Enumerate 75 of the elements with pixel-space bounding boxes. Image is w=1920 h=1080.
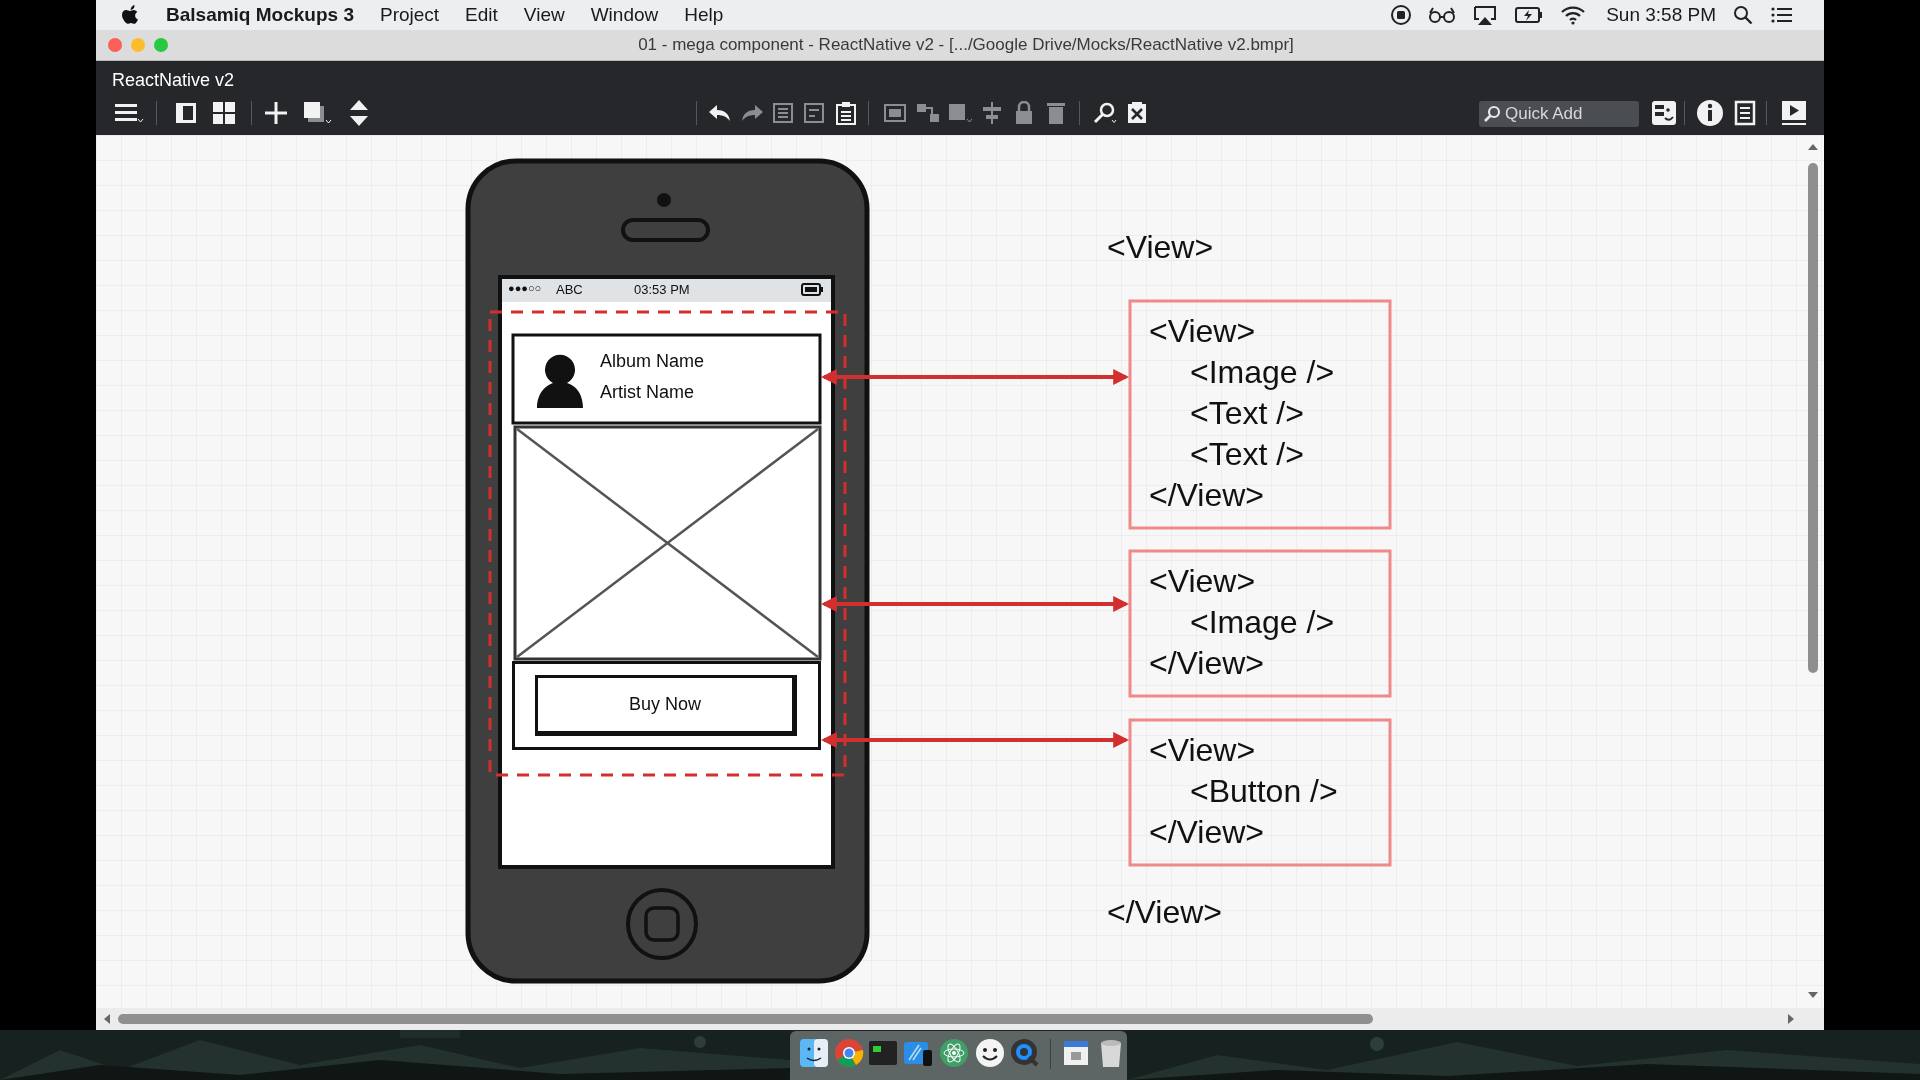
smiley-icon[interactable] <box>975 1038 1005 1068</box>
artist-name: Artist Name <box>600 383 695 401</box>
view-close-tag: </View> <box>1107 896 1223 928</box>
search-icon <box>1479 101 1505 127</box>
list-icon[interactable] <box>1734 100 1756 126</box>
layer-icon[interactable] <box>947 101 973 125</box>
horizontal-scrollbar[interactable] <box>118 1014 1373 1024</box>
wifi-icon[interactable] <box>1560 5 1587 25</box>
terminal-icon[interactable] <box>868 1038 898 1068</box>
component-tag: <Text /> <box>1190 438 1304 470</box>
arrange-arrows-icon[interactable] <box>348 99 370 127</box>
scroll-up-icon[interactable] <box>1808 144 1818 150</box>
close-document-icon[interactable] <box>1126 101 1148 125</box>
group-icon[interactable] <box>883 102 907 124</box>
plus-icon[interactable] <box>264 101 288 125</box>
avatar-icon <box>537 354 583 408</box>
downloads-folder-icon[interactable] <box>1061 1038 1091 1068</box>
view-tag: <View> <box>1149 315 1256 347</box>
carrier-label: ABC <box>556 283 583 296</box>
hamburger-menu-icon[interactable] <box>114 101 144 125</box>
quicktime-icon[interactable] <box>1010 1038 1040 1068</box>
view-close-tag: </View> <box>1149 479 1265 511</box>
atom-icon[interactable] <box>939 1038 969 1068</box>
scroll-right-icon[interactable] <box>1788 1014 1794 1024</box>
trash-icon[interactable] <box>1046 101 1066 125</box>
battery-icon[interactable] <box>1514 5 1545 25</box>
component-tag: <Image /> <box>1190 356 1335 388</box>
grid-icon[interactable] <box>212 101 236 125</box>
quick-add-field[interactable]: Quick Add <box>1505 101 1639 127</box>
scroll-down-icon[interactable] <box>1808 992 1818 998</box>
apple-icon[interactable] <box>120 4 140 26</box>
play-icon[interactable] <box>1781 100 1807 126</box>
finder-icon[interactable] <box>799 1038 829 1068</box>
menu-item[interactable]: Edit <box>465 0 498 30</box>
panel-icon[interactable] <box>174 101 198 125</box>
signal-indicator: ●●●○○ <box>508 283 542 294</box>
battery-icon <box>801 283 823 296</box>
menu-item[interactable]: Project <box>379 0 440 30</box>
scroll-left-icon[interactable] <box>104 1014 110 1024</box>
buy-now-button[interactable]: Buy Now <box>535 675 797 736</box>
vertical-scrollbar[interactable] <box>1808 163 1818 673</box>
lock-icon[interactable] <box>1014 101 1034 125</box>
component-tag: <Image /> <box>1190 606 1335 638</box>
camera-icon <box>657 193 671 207</box>
ungroup-icon[interactable] <box>916 102 940 124</box>
search-icon[interactable] <box>1093 101 1119 125</box>
airplay-icon[interactable] <box>1472 4 1499 26</box>
record-icon[interactable] <box>1390 4 1413 26</box>
view-close-tag: </View> <box>1149 816 1265 848</box>
window-title: 01 - mega component - ReactNative v2 - [.../Google Drive/Mocks/ReactNative v2.bmpr] <box>637 34 1295 57</box>
smiley-card-icon[interactable] <box>1651 100 1677 126</box>
info-icon[interactable] <box>1696 99 1724 127</box>
glasses-icon[interactable] <box>1428 5 1457 25</box>
project-name: ReactNative v2 <box>111 69 236 91</box>
document-icon[interactable] <box>803 102 825 124</box>
status-time: 03:53 PM <box>634 283 690 296</box>
album-name: Album Name <box>600 352 705 370</box>
list-icon[interactable] <box>1770 5 1794 25</box>
search-icon[interactable] <box>1732 4 1754 26</box>
app-menu[interactable]: Balsamiq Mockups 3 <box>166 0 354 30</box>
layer-stack-icon[interactable] <box>302 100 332 126</box>
menu-item[interactable]: Help <box>684 0 724 30</box>
view-close-tag: </View> <box>1149 647 1265 679</box>
chrome-icon[interactable] <box>834 1038 864 1068</box>
component-tag: <Button /> <box>1190 775 1338 807</box>
menu-item[interactable]: View <box>523 0 565 30</box>
component-tag: <Text /> <box>1190 397 1304 429</box>
view-tag: <View> <box>1107 231 1214 263</box>
view-tag: <View> <box>1149 565 1256 597</box>
document-icon[interactable] <box>772 102 794 124</box>
view-tag: <View> <box>1149 734 1256 766</box>
menu-clock[interactable]: Sun 3:58 PM <box>1606 0 1716 30</box>
clipboard-icon[interactable] <box>835 101 857 125</box>
speaker-icon <box>621 218 710 242</box>
menu-item[interactable]: Window <box>590 0 659 30</box>
